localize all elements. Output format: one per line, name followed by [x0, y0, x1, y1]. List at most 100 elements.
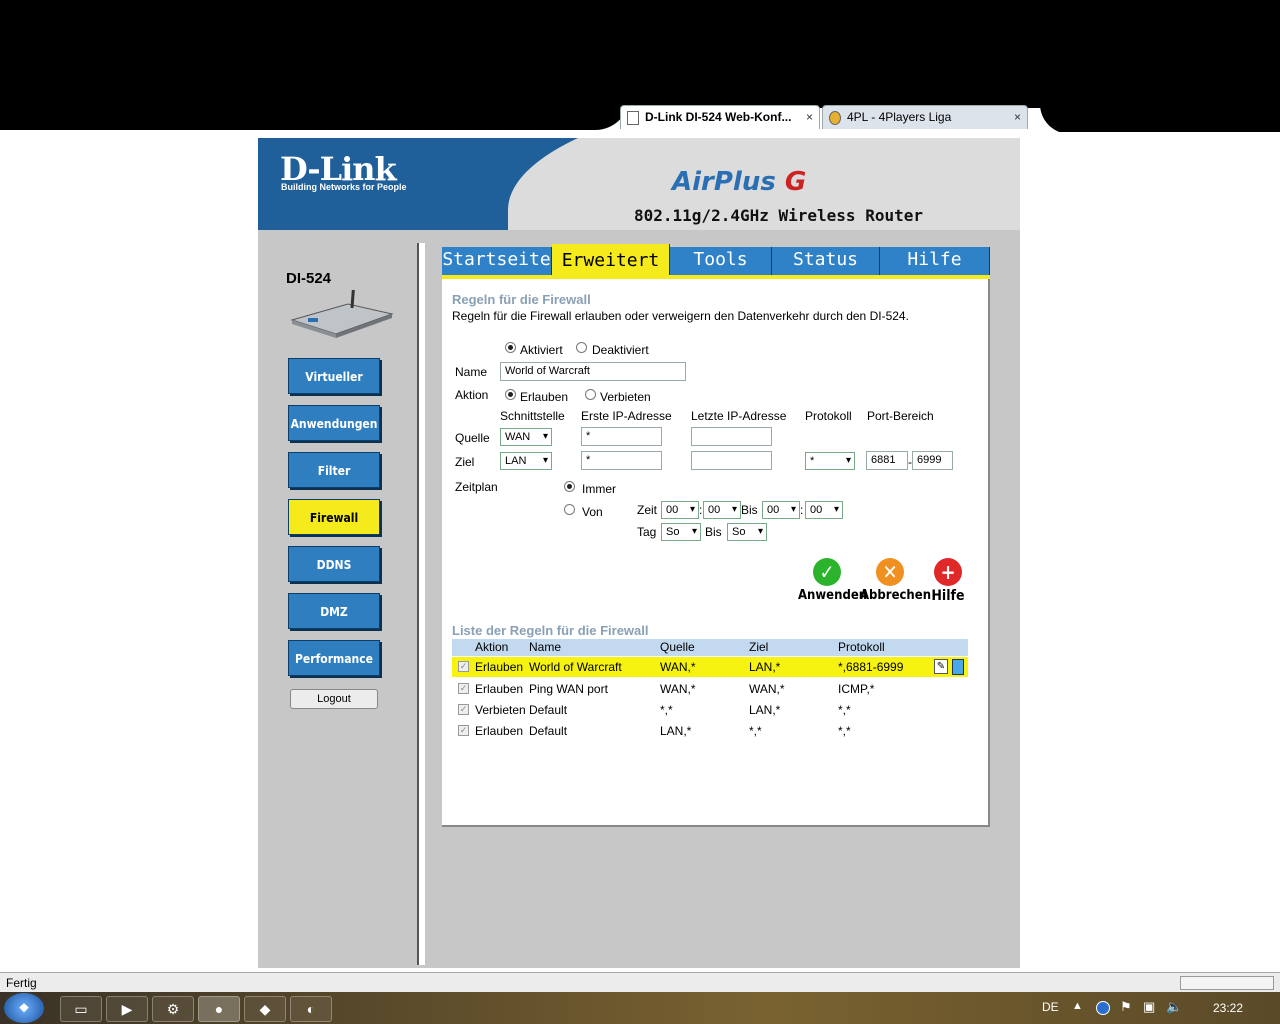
table-row[interactable]: ✓ Erlauben Ping WAN port WAN,* WAN,* ICM…	[452, 679, 968, 699]
header-name: Name	[529, 640, 562, 654]
4players-icon	[829, 110, 841, 125]
app-icon[interactable]: ◐	[290, 996, 332, 1022]
col-port-range: Port-Bereich	[867, 409, 934, 423]
checkmark-icon: ✓	[813, 558, 841, 586]
network-app-icon[interactable]: ◆	[244, 996, 286, 1022]
header-protocol: Protokoll	[838, 640, 885, 654]
dest-label: Ziel	[455, 455, 475, 469]
rule-checkbox[interactable]: ✓	[458, 683, 469, 694]
col-interface: Schnittstelle	[500, 409, 565, 423]
sidebar-item-virtual-server[interactable]: Virtueller Server	[288, 358, 380, 420]
divider	[417, 243, 425, 965]
plus-icon: +	[934, 558, 962, 586]
clock[interactable]: 23:22	[1213, 1001, 1243, 1015]
rule-checkbox[interactable]: ✓	[458, 704, 469, 715]
sidebar-item-firewall[interactable]: Firewall	[288, 499, 380, 535]
folder-icon[interactable]: ▭	[60, 996, 102, 1022]
tab-erweitert[interactable]: Erweitert	[552, 244, 670, 275]
source-interface-select[interactable]: WAN	[500, 428, 552, 446]
time-h1-select[interactable]: 00	[661, 501, 699, 519]
to-label-2: Bis	[705, 525, 722, 539]
header-action: Aktion	[475, 640, 509, 654]
action-label: Aktion	[455, 388, 489, 402]
dest-first-ip-input[interactable]: *	[581, 451, 662, 470]
always-label: Immer	[582, 482, 616, 496]
sidebar-item-applications[interactable]: Anwendungen	[288, 405, 380, 441]
schedule-label: Zeitplan	[455, 480, 498, 494]
tray-expand-icon[interactable]: ▲	[1072, 1000, 1083, 1012]
sidebar-item-performance[interactable]: Performance	[288, 640, 380, 676]
protocol-select[interactable]: *	[805, 452, 855, 470]
from-radio[interactable]	[564, 504, 575, 515]
to-label: Bis	[741, 503, 758, 517]
logout-button[interactable]: Logout	[290, 689, 378, 709]
day-to-select[interactable]: So	[727, 523, 767, 541]
tab-hilfe[interactable]: Hilfe	[880, 247, 990, 275]
time-h2-select[interactable]: 00	[762, 501, 800, 519]
allow-label: Erlauben	[520, 390, 569, 404]
always-radio[interactable]	[564, 481, 575, 492]
edit-icon[interactable]: ✎	[934, 659, 948, 674]
table-row[interactable]: ✓ Erlauben World of Warcraft WAN,* LAN,*…	[452, 657, 968, 677]
name-input[interactable]: World of Warcraft	[500, 362, 686, 381]
apply-button[interactable]: ✓ Anwenden	[798, 558, 867, 603]
header-source: Quelle	[660, 640, 695, 654]
steam-icon[interactable]: ⚙	[152, 996, 194, 1022]
tab-4players[interactable]: 4PL - 4Players Liga ×	[822, 105, 1028, 129]
rule-checkbox[interactable]: ✓	[458, 725, 469, 736]
deny-label: Verbieten	[600, 390, 651, 404]
tab-status[interactable]: Status	[772, 247, 880, 275]
dest-interface-select[interactable]: LAN	[500, 452, 552, 470]
sidebar-item-dmz[interactable]: DMZ	[288, 593, 380, 629]
volume-icon[interactable]: 🔈	[1166, 999, 1182, 1015]
source-last-ip-input[interactable]	[691, 427, 772, 446]
allow-radio[interactable]	[505, 389, 516, 400]
day-from-select[interactable]: So	[661, 523, 701, 541]
header-dest: Ziel	[749, 640, 769, 654]
cross-icon: ✕	[876, 558, 904, 586]
media-player-icon[interactable]: ▶	[106, 996, 148, 1022]
trash-icon[interactable]	[952, 659, 964, 675]
enabled-label: Aktiviert	[520, 343, 563, 357]
router-image	[290, 290, 394, 338]
deny-radio[interactable]	[585, 389, 596, 400]
form-description: Regeln für die Firewall erlauben oder ve…	[452, 309, 909, 323]
tray-globe-icon[interactable]	[1096, 1001, 1110, 1015]
source-first-ip-input[interactable]: *	[581, 427, 662, 446]
flag-icon[interactable]: ⚑	[1120, 999, 1132, 1015]
enabled-radio[interactable]	[505, 342, 516, 353]
close-icon[interactable]: ×	[1014, 106, 1021, 128]
model-label: DI-524	[286, 270, 332, 287]
dest-last-ip-input[interactable]	[691, 451, 772, 470]
page-icon	[627, 110, 639, 125]
time-colon-2: :	[800, 503, 804, 517]
sidebar-item-ddns[interactable]: DDNS	[288, 546, 380, 582]
rule-checkbox[interactable]: ✓	[458, 661, 469, 672]
progress-bar	[1180, 976, 1274, 990]
airplus-logo: AirPlus G	[672, 167, 807, 197]
time-m2-select[interactable]: 00	[805, 501, 843, 519]
port-to-input[interactable]: 6999	[912, 451, 953, 470]
tab-tools[interactable]: Tools	[670, 247, 772, 275]
col-last-ip: Letzte IP-Adresse	[691, 409, 787, 423]
tab-startseite[interactable]: Startseite	[442, 247, 552, 275]
time-m1-select[interactable]: 00	[703, 501, 741, 519]
tab-dlink[interactable]: D-Link DI-524 Web-Konf... ×	[620, 105, 820, 129]
help-button[interactable]: + Hilfe	[929, 558, 967, 604]
firefox-icon[interactable]: ●	[198, 996, 240, 1022]
col-first-ip: Erste IP-Adresse	[581, 409, 672, 423]
table-row[interactable]: ✓ Verbieten Default *,* LAN,* *,*	[452, 700, 968, 720]
language-indicator[interactable]: DE	[1042, 1000, 1059, 1014]
disabled-radio[interactable]	[576, 342, 587, 353]
router-title: 802.11g/2.4GHz Wireless Router	[634, 206, 923, 225]
col-protocol: Protokoll	[805, 409, 852, 423]
sidebar-item-filter[interactable]: Filter	[288, 452, 380, 488]
table-row[interactable]: ✓ Erlauben Default LAN,* *,* *,*	[452, 721, 968, 741]
port-from-input[interactable]: 6881	[866, 451, 908, 470]
from-label: Von	[582, 505, 603, 519]
rules-title: Liste der Regeln für die Firewall	[452, 623, 649, 638]
start-button[interactable]: ❖	[4, 993, 44, 1023]
close-icon[interactable]: ×	[806, 106, 813, 128]
cancel-button[interactable]: ✕ Abbrechen	[860, 558, 931, 603]
network-icon[interactable]: ▣	[1143, 999, 1155, 1015]
